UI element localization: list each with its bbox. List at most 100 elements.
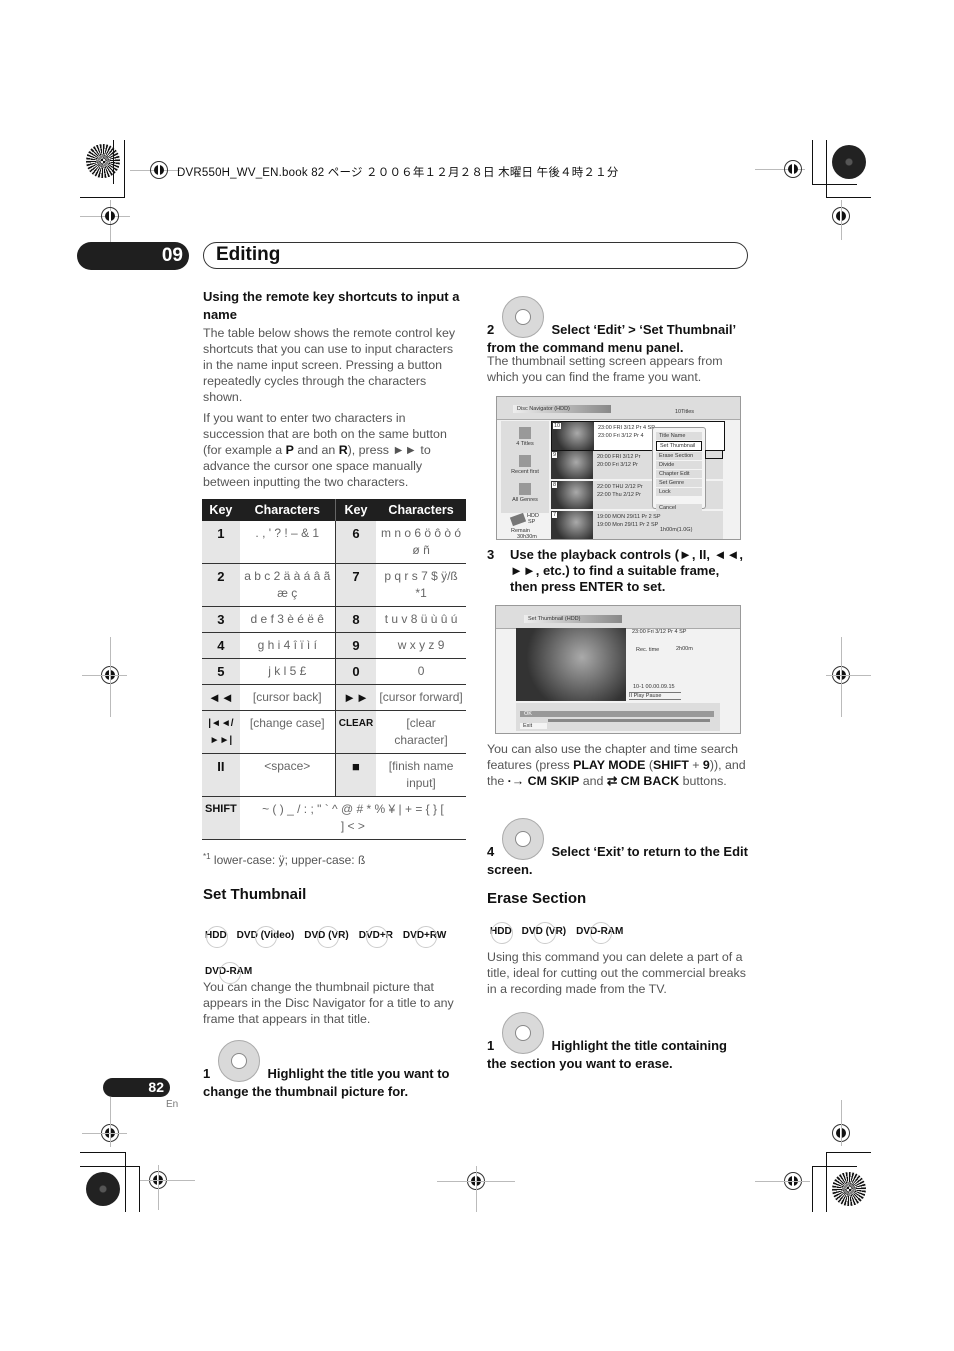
disc-type-badge: HDD xyxy=(490,922,513,944)
title-line-1: 19:00 MON 29/11 Pr 2 SP xyxy=(597,514,661,520)
characters-cell: 0 xyxy=(376,658,466,685)
remain-value: 30h30m xyxy=(517,534,537,540)
crop-guide xyxy=(82,1133,127,1134)
characters-cell: j k l 5 £ xyxy=(239,658,336,685)
table-row: 3d e f 3 è é ë ê8t u v 8 ü ù û ú xyxy=(202,606,466,633)
title-thumbnail xyxy=(551,511,593,539)
registration-disc-top-right xyxy=(832,145,866,179)
chapter-number: 09 xyxy=(77,242,189,270)
characters-cell: a b c 2 ä à á â ã æ ç xyxy=(239,563,336,607)
step-3-number: 3 xyxy=(487,547,495,562)
table-row: 2a b c 2 ä à á â ã æ ç7p q r s 7 $ ÿ/ß *… xyxy=(202,563,466,607)
key-cell: ■ xyxy=(335,753,377,797)
crop-guide xyxy=(826,675,871,676)
command-menu-item: Set Genre xyxy=(656,479,702,487)
remote-dial-icon xyxy=(501,818,544,860)
timeline-bar xyxy=(548,719,710,722)
crop-guide xyxy=(140,1180,195,1181)
chapter-title: Editing xyxy=(216,244,281,265)
erase-section-badges: HDD DVD (VR) DVD-RAM xyxy=(490,920,755,944)
page-number: 82 xyxy=(103,1078,170,1097)
table-row: 1. , ' ? ! – & 16m n o 6 ö ô ò ó ø ñ xyxy=(202,521,466,564)
characters-cell: [change case] xyxy=(239,710,336,754)
crop-mark xyxy=(80,1166,140,1167)
disc-type-badge: DVD (Video) xyxy=(237,919,294,953)
crop-mark xyxy=(80,197,125,198)
registration-disc-top-left xyxy=(86,144,120,178)
shortcuts-paragraph-1: The table below shows the remote control… xyxy=(203,326,456,404)
set-thumbnail-paragraph: You can change the thumbnail picture tha… xyxy=(203,980,454,1026)
key-cell: 9 xyxy=(335,632,377,659)
title-thumbnail xyxy=(551,481,593,509)
remote-dial-icon xyxy=(217,1040,260,1082)
disc-navigator-screen: Disc Navigator (HDD) 10Titles 4 Titles R… xyxy=(496,396,741,540)
table-row-shift: SHIFT ~ ( ) _ / : ; " ` ^ @ # * % ¥ | + … xyxy=(202,796,466,840)
crop-mark xyxy=(826,140,827,198)
characters-cell: ~ ( ) _ / : ; " ` ^ @ # * % ¥ | + = { } … xyxy=(239,796,466,840)
crop-guide xyxy=(841,1100,842,1146)
crop-mark xyxy=(826,1152,871,1153)
crop-mark xyxy=(812,184,857,185)
step-1-thumbnail: 1 Highlight the title you want to change… xyxy=(203,1040,468,1101)
remote-dial-icon xyxy=(501,1012,544,1054)
text-bold: 9 xyxy=(702,758,710,772)
hdd-icon xyxy=(509,512,527,527)
search-paragraph: You can also use the chapter and time se… xyxy=(487,742,746,788)
text-bold: CM BACK xyxy=(620,774,680,788)
step-number: 2 xyxy=(487,322,495,337)
key-cell: ►► xyxy=(335,684,377,711)
key-cell: SHIFT xyxy=(202,796,240,840)
side-item-genre: All Genres xyxy=(512,497,538,503)
rec-time-value: 2h00m xyxy=(676,646,693,652)
column-header: Characters xyxy=(376,499,466,521)
characters-cell: [cursor back] xyxy=(239,684,336,711)
mode-label: SP xyxy=(528,519,536,525)
title-count: 10Titles xyxy=(675,409,695,415)
registration-mark xyxy=(150,161,168,179)
title-number: 9 xyxy=(552,452,558,458)
screen-title: Set Thumbnail (HDD) xyxy=(524,615,622,623)
command-menu: Title Name Set Thumbnail Erase Section Divi… xyxy=(652,427,706,512)
command-menu-item: Erase Section xyxy=(656,452,702,460)
key-cell: |◄◄/ ►►| xyxy=(202,710,240,754)
column-header: Key xyxy=(202,499,240,521)
disc-type-badge: DVD+RW xyxy=(403,919,446,953)
step-2-paragraph: The thumbnail setting screen appears fro… xyxy=(487,354,723,384)
title-line-1: 22:00 THU 2/12 Pr xyxy=(597,484,643,490)
side-item-sort: Recent first xyxy=(511,469,539,475)
table-row: |◄◄/ ►►| [change case] CLEAR [clear charact… xyxy=(202,710,466,754)
genre-icon xyxy=(519,483,531,495)
key-cell: 8 xyxy=(335,606,377,633)
crop-guide xyxy=(841,637,842,717)
text-bold: PLAY MODE xyxy=(573,758,646,772)
column-header: Key xyxy=(335,499,377,521)
remote-dial-enter-icon xyxy=(501,296,544,338)
cm-skip-icon: ·→ xyxy=(507,774,528,788)
key-cell: 1 xyxy=(202,521,240,564)
disc-type-badge: DVD+R xyxy=(359,919,393,953)
characters-cell: g h i 4 î ï ì í xyxy=(239,632,336,659)
command-menu-item: Divide xyxy=(656,461,702,469)
registration-disc-bottom-left xyxy=(86,1172,120,1206)
characters-cell: [finish name input] xyxy=(376,753,466,797)
sort-icon xyxy=(519,455,531,467)
step-number: 1 xyxy=(487,1038,495,1053)
table-row: ◄◄ [cursor back] ►► [cursor forward] xyxy=(202,684,466,711)
title-number: 8 xyxy=(552,482,558,488)
text: buttons. xyxy=(679,774,727,788)
disc-type-badge: DVD-RAM xyxy=(576,922,623,944)
title-line-1: 23:00 FRI 3/12 Pr 4 SP xyxy=(598,425,655,431)
duration: 1h00m(1.0G) xyxy=(660,527,693,533)
title-line-1: 20:00 FRI 3/12 Pr xyxy=(597,454,641,460)
disc-type-badge: HDD xyxy=(205,919,228,953)
command-menu-item: Chapter Edit xyxy=(656,470,702,478)
crop-mark xyxy=(812,1166,813,1212)
language-label: En xyxy=(166,1099,179,1110)
crop-mark xyxy=(80,1152,126,1153)
characters-cell: t u v 8 ü ù û ú xyxy=(376,606,466,633)
recording-info: 23:00 Fri 3/12 Pr 4 SP xyxy=(632,629,687,635)
characters-cell: <space> xyxy=(239,753,336,797)
command-menu-item: Title Name xyxy=(656,432,702,440)
key-cell: 2 xyxy=(202,563,240,607)
characters-cell: . , ' ? ! – & 1 xyxy=(239,521,336,564)
